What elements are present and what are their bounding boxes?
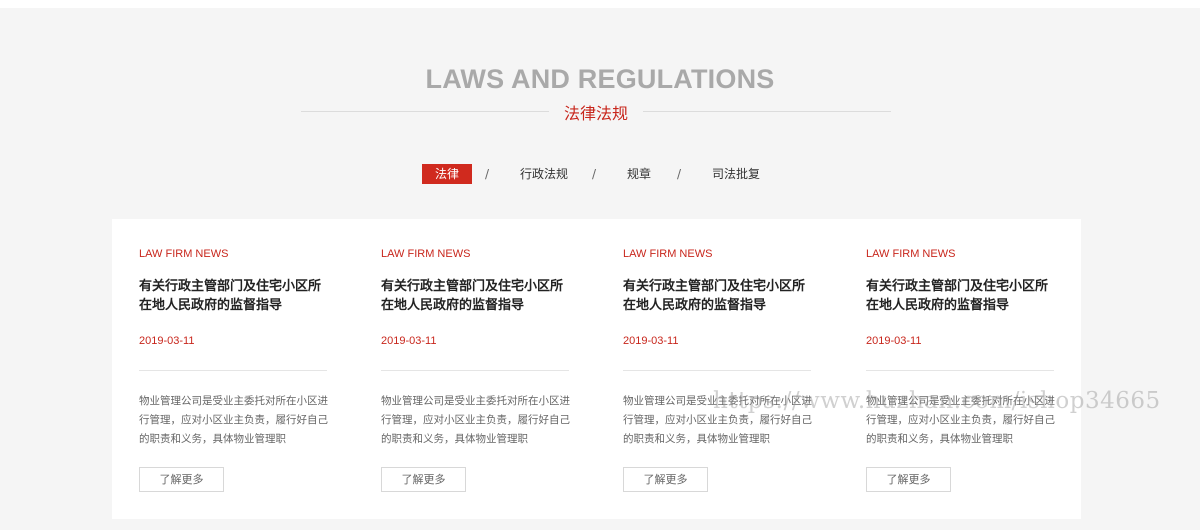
card-divider [381,370,569,371]
news-card: LAW FIRM NEWS 有关行政主管部门及住宅小区所在地人民政府的监督指导 … [381,219,571,519]
section-title-cn: 法律法规 [563,104,628,123]
card-divider [139,370,327,371]
news-card: LAW FIRM NEWS 有关行政主管部门及住宅小区所在地人民政府的监督指导 … [866,219,1056,519]
news-date: 2019-03-11 [139,335,195,347]
news-date: 2019-03-11 [381,335,437,347]
tab-separator: / [485,167,490,181]
laws-section: LAWS AND REGULATIONS 法律法规 法律 / 行政法规 / 规章… [0,8,1200,530]
tab-law[interactable]: 法律 [422,164,472,184]
card-divider [623,370,811,371]
category-tabs: 法律 / 行政法规 / 规章 / 司法批复 [0,164,1200,186]
news-description: 物业管理公司是受业主委托对所在小区进行管理，应对小区业主负责，履行好自己的职责和… [866,395,1055,445]
news-date: 2019-03-11 [623,335,679,347]
news-kicker: LAW FIRM NEWS [623,248,713,260]
subtitle-divider-right [643,111,891,112]
card-divider [866,370,1054,371]
section-title-en: LAWS AND REGULATIONS [425,64,775,94]
news-kicker: LAW FIRM NEWS [139,248,229,260]
news-kicker: LAW FIRM NEWS [381,248,471,260]
news-title[interactable]: 有关行政主管部门及住宅小区所在地人民政府的监督指导 [623,277,813,315]
news-card: LAW FIRM NEWS 有关行政主管部门及住宅小区所在地人民政府的监督指导 … [623,219,813,519]
section-subtitle-row: 法律法规 [301,100,891,124]
news-panel: LAW FIRM NEWS 有关行政主管部门及住宅小区所在地人民政府的监督指导 … [112,219,1081,519]
news-date: 2019-03-11 [866,335,922,347]
news-description: 物业管理公司是受业主委托对所在小区进行管理，应对小区业主负责，履行好自己的职责和… [139,395,328,445]
tab-judicial-replies[interactable]: 司法批复 [712,164,760,184]
learn-more-button[interactable]: 了解更多 [866,467,951,492]
learn-more-button[interactable]: 了解更多 [623,467,708,492]
tab-rules[interactable]: 规章 [627,164,651,184]
news-description: 物业管理公司是受业主委托对所在小区进行管理，应对小区业主负责，履行好自己的职责和… [381,395,570,445]
tab-separator: / [592,167,597,181]
learn-more-button[interactable]: 了解更多 [381,467,466,492]
news-title[interactable]: 有关行政主管部门及住宅小区所在地人民政府的监督指导 [381,277,571,315]
tab-administrative-regulations[interactable]: 行政法规 [520,164,568,184]
news-title[interactable]: 有关行政主管部门及住宅小区所在地人民政府的监督指导 [139,277,329,315]
tab-separator: / [677,167,682,181]
news-title[interactable]: 有关行政主管部门及住宅小区所在地人民政府的监督指导 [866,277,1056,315]
news-card: LAW FIRM NEWS 有关行政主管部门及住宅小区所在地人民政府的监督指导 … [139,219,329,519]
news-kicker: LAW FIRM NEWS [866,248,956,260]
news-description: 物业管理公司是受业主委托对所在小区进行管理，应对小区业主负责，履行好自己的职责和… [623,395,812,445]
learn-more-button[interactable]: 了解更多 [139,467,224,492]
